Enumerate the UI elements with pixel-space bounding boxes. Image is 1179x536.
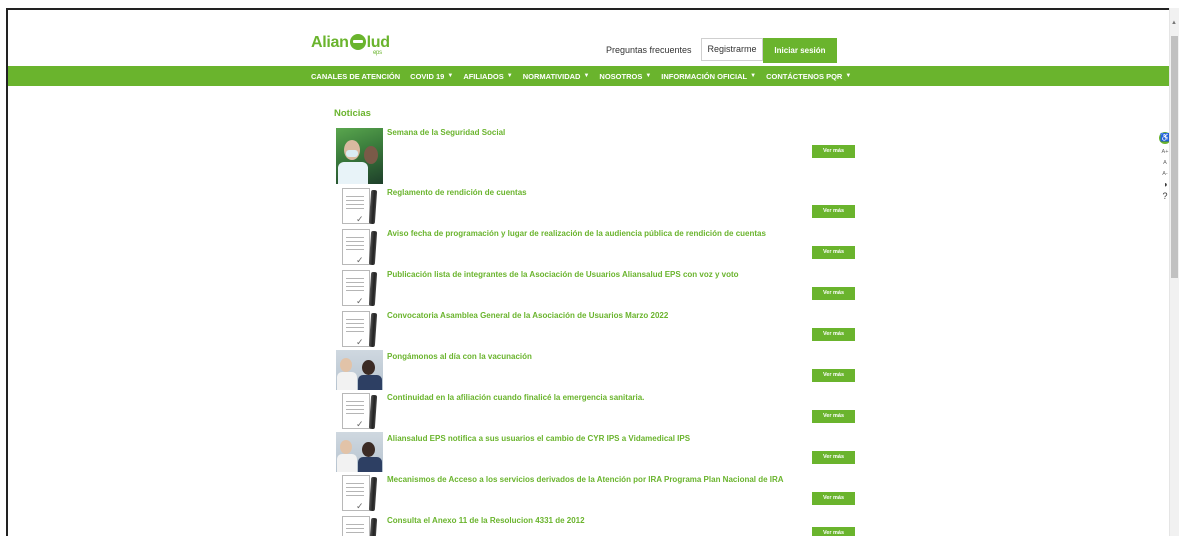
scrollbar-thumb[interactable] bbox=[1171, 36, 1178, 278]
browser-viewport: Alian lud eps Preguntas frecuentes Regist… bbox=[6, 8, 1179, 536]
document-pen-icon[interactable]: ✓ bbox=[342, 311, 378, 349]
chevron-down-icon: ▼ bbox=[447, 73, 454, 79]
ver-mas-button[interactable]: Ver más bbox=[812, 287, 855, 300]
news-title-link[interactable]: Reglamento de rendición de cuentas bbox=[387, 188, 527, 197]
help-icon[interactable]: ? bbox=[1162, 192, 1167, 201]
ver-mas-button[interactable]: Ver más bbox=[812, 451, 855, 464]
nav-item-label: AFILIADOS bbox=[463, 71, 504, 81]
nav-item-label: NOSOTROS bbox=[599, 71, 643, 81]
nav-item-nosotros[interactable]: NOSOTROS ▼ bbox=[599, 72, 651, 81]
ver-mas-button[interactable]: Ver más bbox=[812, 527, 855, 536]
ver-mas-button[interactable]: Ver más bbox=[812, 328, 855, 341]
font-increase-button[interactable]: A+ bbox=[1162, 149, 1169, 155]
ver-mas-button[interactable]: Ver más bbox=[812, 145, 855, 158]
aliansalud-logo[interactable]: Alian lud eps bbox=[311, 34, 390, 56]
logo-text-left: Alian bbox=[311, 34, 349, 51]
nav-item-covid[interactable]: COVID 19 ▼ bbox=[410, 72, 453, 81]
nav-item-label: COVID 19 bbox=[410, 71, 445, 81]
nav-item-normatividad[interactable]: NORMATIVIDAD ▼ bbox=[523, 72, 590, 81]
document-pen-icon[interactable]: ✓ bbox=[342, 229, 378, 267]
news-title-link[interactable]: Publicación lista de integrantes de la A… bbox=[387, 270, 739, 279]
news-title-link[interactable]: Mecanismos de Acceso a los servicios der… bbox=[387, 475, 784, 484]
ver-mas-button[interactable]: Ver más bbox=[812, 246, 855, 259]
chevron-down-icon: ▼ bbox=[506, 73, 513, 79]
nav-item-informacion-oficial[interactable]: INFORMACIÓN OFICIAL ▼ bbox=[661, 72, 756, 81]
news-title-link[interactable]: Convocatoria Asamblea General de la Asoc… bbox=[387, 311, 668, 320]
document-pen-icon[interactable]: ✓ bbox=[342, 270, 378, 308]
register-button[interactable]: Registrarme bbox=[701, 38, 763, 61]
nav-item-label: CANALES DE ATENCIÓN bbox=[311, 71, 401, 81]
news-title-link[interactable]: Aliansalud EPS notifica a sus usuarios e… bbox=[387, 434, 690, 443]
document-pen-icon[interactable]: ✓ bbox=[342, 475, 378, 513]
ver-mas-button[interactable]: Ver más bbox=[812, 369, 855, 382]
chevron-down-icon: ▼ bbox=[583, 73, 590, 79]
nav-item-canales[interactable]: CANALES DE ATENCIÓN bbox=[311, 72, 400, 81]
news-title-link[interactable]: Continuidad en la afiliación cuando fina… bbox=[387, 393, 644, 402]
ver-mas-button[interactable]: Ver más bbox=[812, 410, 855, 423]
news-thumbnail-photo[interactable] bbox=[336, 350, 383, 390]
logo-text-right: lud bbox=[366, 34, 390, 51]
nav-menu: CANALES DE ATENCIÓN COVID 19 ▼ AFILIADOS ▼… bbox=[311, 66, 861, 86]
news-thumbnail-photo[interactable] bbox=[336, 432, 383, 472]
chevron-down-icon: ▼ bbox=[750, 73, 757, 79]
news-thumbnail-photo[interactable] bbox=[336, 128, 383, 184]
chevron-down-icon: ▼ bbox=[845, 73, 852, 79]
vertical-scrollbar[interactable]: ▲ bbox=[1169, 8, 1179, 536]
nav-item-label: NORMATIVIDAD bbox=[522, 71, 581, 81]
nav-item-contactenos[interactable]: CONTÁCTENOS PQR ▼ bbox=[766, 72, 851, 81]
logo-sub: eps bbox=[373, 50, 382, 56]
ver-mas-button[interactable]: Ver más bbox=[812, 492, 855, 505]
document-pen-icon[interactable]: ✓ bbox=[342, 188, 378, 226]
font-decrease-button[interactable]: A- bbox=[1162, 171, 1168, 177]
ver-mas-button[interactable]: Ver más bbox=[812, 205, 855, 218]
news-title-link[interactable]: Pongámonos al día con la vacunación bbox=[387, 352, 532, 361]
contrast-icon[interactable]: ◑ bbox=[1163, 181, 1168, 189]
news-title-link[interactable]: Aviso fecha de programación y lugar de r… bbox=[387, 229, 766, 238]
document-pen-icon[interactable]: ✓ bbox=[342, 393, 378, 431]
main-navbar: CANALES DE ATENCIÓN COVID 19 ▼ AFILIADOS ▼… bbox=[8, 66, 1170, 86]
faq-link[interactable]: Preguntas frecuentes bbox=[606, 45, 692, 55]
news-title-link[interactable]: Semana de la Seguridad Social bbox=[387, 128, 505, 137]
news-title-link[interactable]: Consulta el Anexo 11 de la Resolucion 43… bbox=[387, 516, 585, 525]
section-title: Noticias bbox=[334, 108, 371, 119]
chevron-down-icon: ▼ bbox=[645, 73, 652, 79]
font-normal-button[interactable]: A bbox=[1163, 160, 1167, 166]
scroll-up-arrow-icon[interactable]: ▲ bbox=[1171, 20, 1177, 26]
login-button[interactable]: Iniciar sesión bbox=[763, 38, 837, 63]
document-pen-icon[interactable]: ✓ bbox=[342, 516, 378, 536]
nav-item-label: INFORMACIÓN OFICIAL bbox=[661, 71, 748, 81]
nav-item-label: CONTÁCTENOS PQR bbox=[766, 71, 843, 81]
nav-item-afiliados[interactable]: AFILIADOS ▼ bbox=[463, 72, 512, 81]
logo-sa-mark bbox=[349, 34, 366, 50]
